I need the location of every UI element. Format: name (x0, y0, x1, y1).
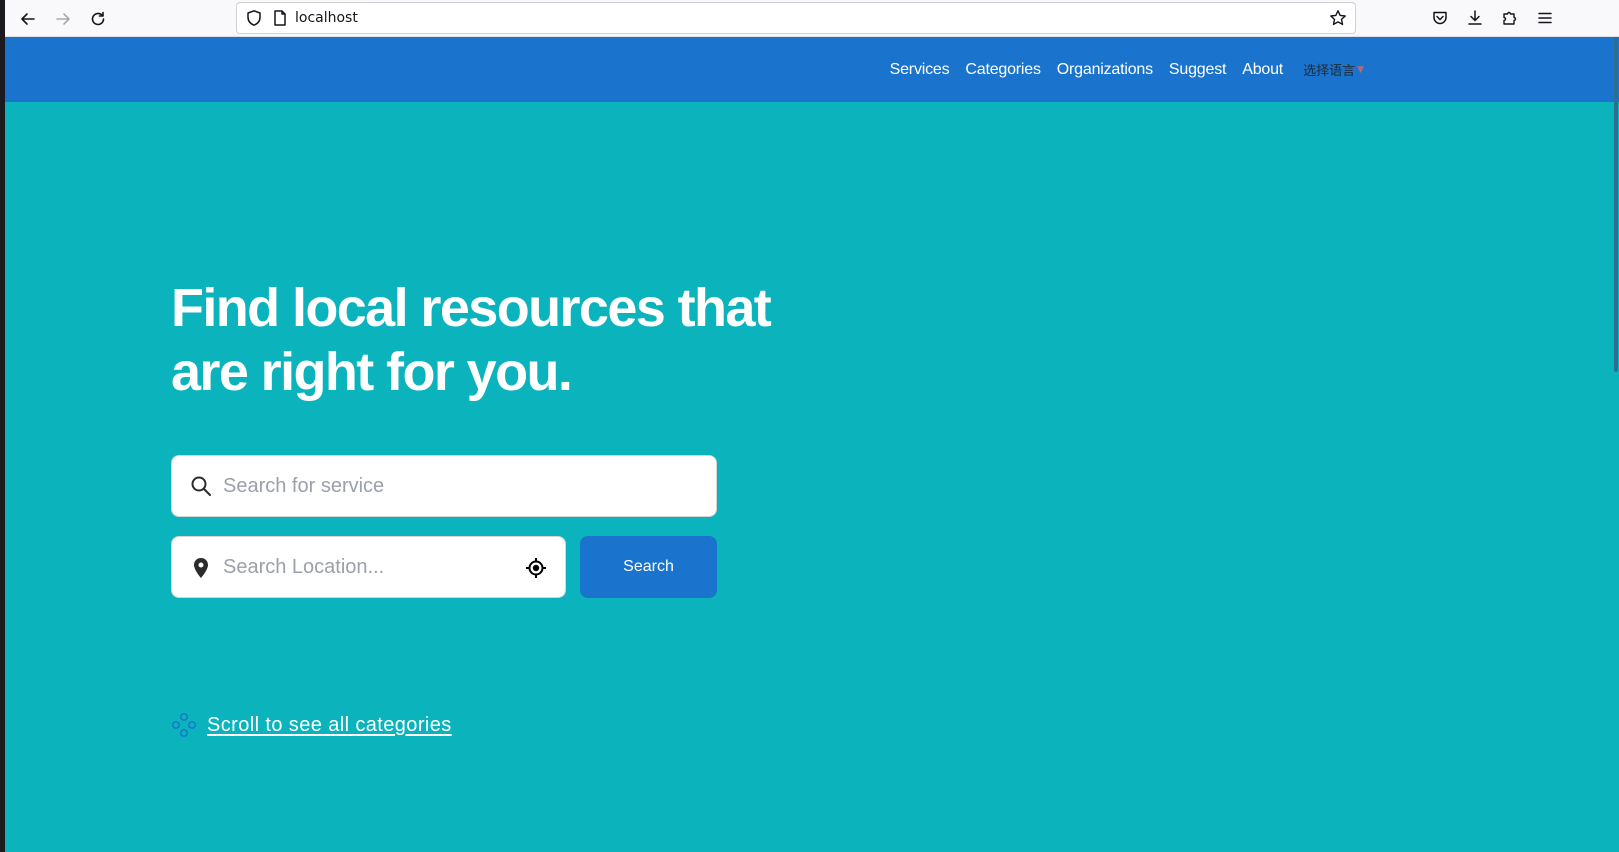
app-menu-button[interactable] (1534, 7, 1556, 29)
service-search-box[interactable] (171, 455, 717, 517)
search-icon (191, 476, 211, 496)
reload-icon (91, 11, 105, 26)
main-nav: Services Categories Organizations Sugges… (890, 37, 1364, 102)
nav-link-about[interactable]: About (1242, 60, 1283, 80)
map-pin-icon (194, 558, 208, 578)
extensions-button[interactable] (1499, 7, 1521, 29)
location-search-box[interactable] (171, 536, 566, 598)
caret-down-icon: ▼ (1357, 64, 1364, 75)
downloads-button[interactable] (1464, 7, 1486, 29)
current-location-icon[interactable] (525, 557, 547, 579)
hero-title: Find local resources that are right for … (171, 278, 772, 402)
nav-link-categories[interactable]: Categories (965, 60, 1041, 80)
location-search-input[interactable] (221, 537, 511, 597)
reload-button[interactable] (85, 6, 111, 32)
scroll-to-categories-link[interactable]: Scroll to see all categories (207, 714, 452, 737)
browser-window: localhost Services Categories Organizati… (5, 0, 1619, 852)
download-icon (1468, 10, 1482, 25)
page-scrollbar[interactable] (1613, 37, 1619, 852)
url-text[interactable]: localhost (295, 10, 358, 27)
categories-dots-icon (172, 713, 196, 737)
nav-link-organizations[interactable]: Organizations (1057, 60, 1153, 80)
search-button[interactable]: Search (580, 536, 717, 598)
forward-button[interactable] (50, 6, 76, 32)
browser-toolbar: localhost (5, 0, 1619, 37)
pocket-icon (1433, 11, 1447, 25)
language-select-label: 选择语言 (1303, 64, 1356, 79)
page-icon[interactable] (271, 9, 289, 27)
puzzle-icon (1503, 11, 1517, 25)
language-select[interactable]: 选择语言 ▼ (1303, 60, 1364, 79)
pocket-button[interactable] (1429, 7, 1451, 29)
service-search-input[interactable] (221, 456, 701, 516)
hamburger-menu-icon (1538, 12, 1552, 24)
nav-link-services[interactable]: Services (890, 60, 950, 80)
arrow-right-icon (56, 13, 70, 25)
scroll-to-categories[interactable]: Scroll to see all categories (171, 712, 452, 738)
star-icon[interactable] (1329, 9, 1347, 27)
address-bar[interactable]: localhost (236, 2, 1356, 34)
shield-icon[interactable] (245, 9, 263, 27)
scrollbar-thumb[interactable] (1614, 37, 1618, 372)
back-button[interactable] (15, 6, 41, 32)
arrow-left-icon (21, 13, 35, 25)
nav-link-suggest[interactable]: Suggest (1169, 60, 1227, 80)
site-header: Services Categories Organizations Sugges… (5, 37, 1619, 102)
